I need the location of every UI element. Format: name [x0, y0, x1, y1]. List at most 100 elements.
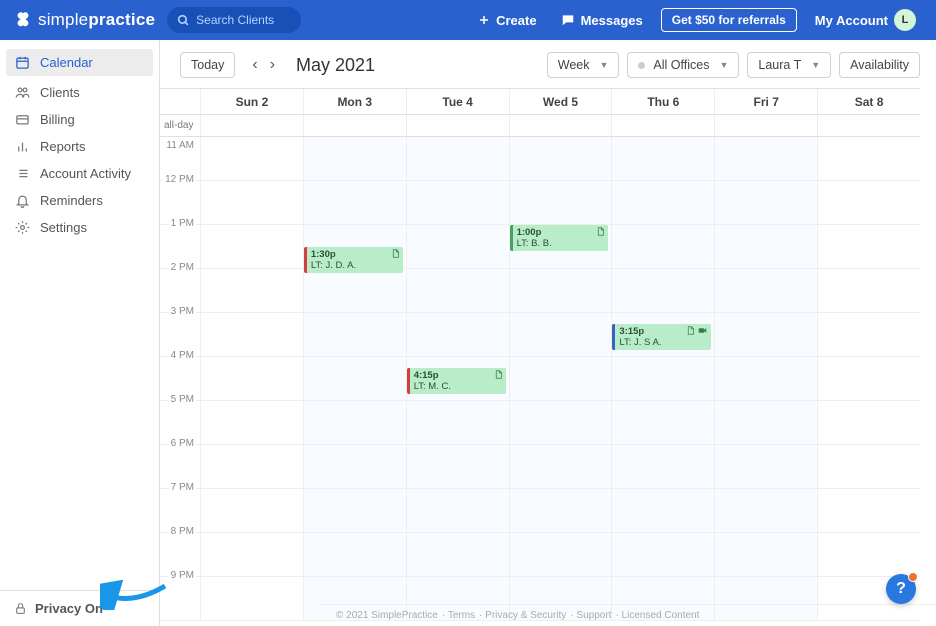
- event-who: LT: J. D. A.: [311, 260, 399, 271]
- availability-button[interactable]: Availability: [839, 52, 920, 78]
- calendar-event[interactable]: 3:15pLT: J. S A.: [612, 324, 711, 350]
- hour-label: 1 PM: [169, 218, 196, 229]
- sidebar-item-label: Calendar: [40, 55, 93, 70]
- list-icon: [14, 166, 30, 181]
- all-day-cell[interactable]: [406, 115, 509, 136]
- bell-icon: [14, 193, 30, 208]
- event-who: LT: M. C.: [414, 381, 502, 392]
- event-time: 4:15p: [414, 370, 502, 381]
- day-header-cell: Sun 2: [200, 89, 303, 114]
- hour-label: 2 PM: [169, 262, 196, 273]
- hour-label: 12 PM: [163, 174, 196, 185]
- create-label: Create: [496, 13, 536, 28]
- referrals-button[interactable]: Get $50 for referrals: [661, 8, 797, 32]
- offices-select[interactable]: All Offices▼: [627, 52, 739, 78]
- sidebar-item-reminders[interactable]: Reminders: [0, 187, 159, 214]
- day-header-cell: Mon 3: [303, 89, 406, 114]
- sidebar-item-billing[interactable]: Billing: [0, 106, 159, 133]
- day-header-cell: Thu 6: [611, 89, 714, 114]
- messages-button[interactable]: Messages: [555, 9, 649, 32]
- card-icon: [14, 112, 30, 127]
- butterfly-icon: [14, 11, 32, 29]
- top-bar: simplepractice Create Messages Get $50 f…: [0, 0, 936, 40]
- sidebar-item-label: Reports: [40, 139, 86, 154]
- grid-body: 11 AM12 PM1 PM2 PM3 PM4 PM5 PM6 PM7 PM8 …: [160, 137, 920, 626]
- footer-link[interactable]: Privacy & Security: [479, 610, 566, 621]
- hour-label: 8 PM: [169, 526, 196, 537]
- date-nav: ‹ ›: [247, 54, 280, 76]
- view-select[interactable]: Week ▼: [547, 52, 620, 78]
- sidebar-item-settings[interactable]: Settings: [0, 214, 159, 241]
- search-icon: [177, 14, 190, 27]
- sidebar-item-account-activity[interactable]: Account Activity: [0, 160, 159, 187]
- event-who: LT: J. S A.: [619, 337, 707, 348]
- chevron-down-icon: ▼: [600, 60, 609, 70]
- day-column[interactable]: [611, 137, 714, 621]
- event-time: 1:30p: [311, 249, 399, 260]
- sidebar-item-reports[interactable]: Reports: [0, 133, 159, 160]
- day-header-cell: Wed 5: [509, 89, 612, 114]
- day-header-row: Sun 2Mon 3Tue 4Wed 5Thu 6Fri 7Sat 8: [160, 89, 920, 115]
- hour-label: 5 PM: [169, 394, 196, 405]
- calendar-event[interactable]: 4:15pLT: M. C.: [407, 368, 506, 394]
- all-day-cell[interactable]: [303, 115, 406, 136]
- people-icon: [14, 85, 30, 100]
- month-title: May 2021: [296, 55, 375, 76]
- view-label: Week: [558, 58, 590, 72]
- all-day-cell[interactable]: [817, 115, 920, 136]
- offices-label: All Offices: [653, 58, 709, 72]
- day-column[interactable]: [714, 137, 817, 621]
- plus-icon: [478, 14, 490, 26]
- brand-text-bold: practice: [88, 10, 155, 29]
- my-account-button[interactable]: My Account L: [809, 5, 922, 35]
- messages-label: Messages: [581, 13, 643, 28]
- hour-label: 3 PM: [169, 306, 196, 317]
- calendar-event[interactable]: 1:30pLT: J. D. A.: [304, 247, 403, 273]
- bar-chart-icon: [14, 139, 30, 154]
- search-wrap[interactable]: [167, 7, 301, 33]
- day-column[interactable]: [200, 137, 303, 621]
- chat-icon: [561, 13, 575, 27]
- hour-label: 11 AM: [164, 140, 196, 151]
- today-button[interactable]: Today: [180, 52, 235, 78]
- nav-list: Calendar Clients Billing Reports Account Act…: [0, 40, 159, 241]
- day-column[interactable]: [509, 137, 612, 621]
- all-day-cell[interactable]: [509, 115, 612, 136]
- all-day-cell[interactable]: [611, 115, 714, 136]
- footer-link[interactable]: Support: [570, 610, 611, 621]
- sidebar-item-calendar[interactable]: Calendar: [6, 49, 153, 76]
- day-column[interactable]: [817, 137, 920, 621]
- help-button[interactable]: ?: [886, 574, 916, 604]
- main-area: Today ‹ › May 2021 Week ▼ All Offices▼ La…: [160, 40, 936, 626]
- brand-logo[interactable]: simplepractice: [14, 10, 155, 30]
- search-input[interactable]: [196, 13, 291, 27]
- hour-label: 7 PM: [169, 482, 196, 493]
- avatar: L: [894, 9, 916, 31]
- sidebar: Calendar Clients Billing Reports Account Act…: [0, 40, 160, 626]
- privacy-toggle[interactable]: Privacy On: [0, 590, 159, 626]
- footer-link[interactable]: Terms: [442, 610, 475, 621]
- calendar-toolbar: Today ‹ › May 2021 Week ▼ All Offices▼ La…: [160, 40, 936, 88]
- day-column[interactable]: [303, 137, 406, 621]
- footer: © 2021 SimplePractice Terms Privacy & Secu…: [320, 604, 936, 626]
- create-button[interactable]: Create: [472, 9, 542, 32]
- gear-icon: [14, 220, 30, 235]
- day-header-cell: Sat 8: [817, 89, 920, 114]
- sidebar-item-label: Account Activity: [40, 166, 131, 181]
- clinician-select[interactable]: Laura T▼: [747, 52, 831, 78]
- sidebar-item-label: Settings: [40, 220, 87, 235]
- calendar-icon: [14, 55, 30, 70]
- footer-link[interactable]: Licensed Content: [615, 610, 699, 621]
- sidebar-item-clients[interactable]: Clients: [0, 79, 159, 106]
- all-day-cell[interactable]: [714, 115, 817, 136]
- next-button[interactable]: ›: [265, 54, 280, 76]
- footer-copyright: © 2021 SimplePractice: [336, 610, 438, 621]
- sidebar-item-label: Reminders: [40, 193, 103, 208]
- all-day-cell[interactable]: [200, 115, 303, 136]
- account-label: My Account: [815, 13, 888, 28]
- sidebar-item-label: Billing: [40, 112, 75, 127]
- prev-button[interactable]: ‹: [247, 54, 262, 76]
- calendar-event[interactable]: 1:00pLT: B. B.: [510, 225, 609, 251]
- hour-label: 6 PM: [169, 438, 196, 449]
- brand-text-light: simple: [38, 10, 88, 29]
